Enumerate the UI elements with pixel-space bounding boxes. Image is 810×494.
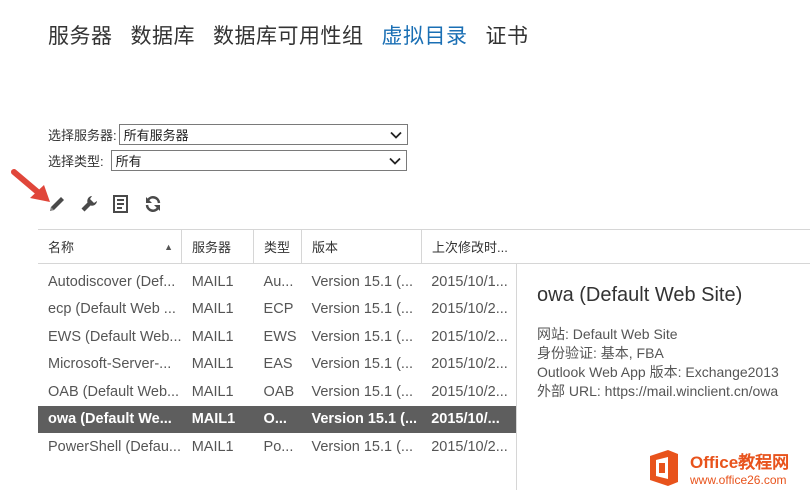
cell-server: MAIL1 bbox=[191, 411, 236, 428]
office-logo-icon bbox=[650, 449, 678, 486]
cell-type: ECP bbox=[263, 301, 294, 318]
table-row[interactable]: ecp (Default Web ... MAIL1 ECP Version 15.1… bbox=[38, 296, 516, 324]
tab-dag[interactable]: 数据库可用性组 bbox=[213, 20, 364, 50]
cell-type: OAB bbox=[263, 383, 295, 400]
cell-modified: 2015/10/2... bbox=[431, 356, 508, 373]
detail-pane: owa (Default Web Site) 网站: Default Web S… bbox=[537, 284, 779, 401]
refresh-button[interactable] bbox=[142, 193, 164, 215]
cell-modified: 2015/10/2... bbox=[431, 328, 508, 345]
cell-version: Version 15.1 (... bbox=[311, 383, 414, 400]
column-header-version[interactable]: 版本 bbox=[302, 230, 422, 263]
server-select-value: 所有服务器 bbox=[123, 128, 189, 143]
tab-databases[interactable]: 数据库 bbox=[131, 20, 196, 50]
cell-server: MAIL1 bbox=[191, 383, 234, 400]
cell-version: Version 15.1 (... bbox=[311, 356, 414, 373]
cell-name: EWS (Default Web... bbox=[48, 328, 182, 345]
cell-name: ecp (Default Web ... bbox=[48, 301, 176, 318]
edit-button[interactable] bbox=[46, 193, 68, 215]
cell-name: OAB (Default Web... bbox=[48, 383, 180, 400]
cell-modified: 2015/10/2... bbox=[431, 383, 508, 400]
detail-owa-version: Outlook Web App 版本: Exchange2013 bbox=[537, 364, 779, 380]
table-row[interactable]: PowerShell (Defau... MAIL1 Po... Version 15… bbox=[38, 433, 516, 461]
cell-version: Version 15.1 (... bbox=[311, 438, 414, 455]
watermark-title: Office教程网 bbox=[690, 453, 790, 472]
cell-version: Version 15.1 (... bbox=[311, 301, 414, 318]
cell-version: Version 15.1 (... bbox=[311, 273, 414, 290]
table-body: Autodiscover (Def... MAIL1 Au... Version 15… bbox=[38, 264, 517, 490]
wrench-icon bbox=[81, 196, 97, 212]
edit-icon bbox=[50, 197, 64, 211]
properties-button[interactable] bbox=[110, 193, 132, 215]
refresh-icon bbox=[145, 196, 161, 212]
cell-server: MAIL1 bbox=[191, 301, 234, 318]
server-filter-label: 选择服务器: bbox=[48, 128, 117, 143]
cell-type: Po... bbox=[263, 438, 294, 455]
server-select[interactable]: 所有服务器 bbox=[118, 124, 408, 145]
table-row[interactable]: Autodiscover (Def... MAIL1 Au... Version 15… bbox=[38, 268, 516, 296]
table-row[interactable]: owa (Default We... MAIL1 O... Version 15.1 … bbox=[38, 405, 516, 433]
cell-name: owa (Default We... bbox=[48, 411, 172, 428]
cell-modified: 2015/10/2... bbox=[431, 301, 508, 318]
column-header-server[interactable]: 服务器 bbox=[182, 230, 254, 263]
toolbar bbox=[46, 193, 164, 215]
settings-button[interactable] bbox=[78, 193, 100, 215]
column-header-name[interactable]: 名称 ▲ bbox=[38, 230, 182, 263]
cell-version: Version 15.1 (... bbox=[311, 328, 414, 345]
cell-type: EAS bbox=[263, 356, 293, 373]
watermark-logo: Office教程网 www.office26.com bbox=[644, 441, 810, 494]
virtual-directories-table: 名称 ▲ 服务器 类型 版本 上次修改时... Autodiscover (De… bbox=[38, 229, 517, 490]
table-header: 名称 ▲ 服务器 类型 版本 上次修改时... bbox=[38, 229, 517, 264]
header-extension bbox=[517, 229, 810, 264]
cell-modified: 2015/10/1... bbox=[431, 273, 508, 290]
table-row[interactable]: Microsoft-Server-... MAIL1 EAS Version 15.1… bbox=[38, 351, 516, 379]
tab-certificates[interactable]: 证书 bbox=[486, 20, 529, 50]
chevron-down-icon bbox=[389, 131, 402, 139]
cell-type: O... bbox=[263, 411, 287, 428]
server-filter-row: 选择服务器: 所有服务器 bbox=[48, 124, 408, 145]
detail-title: owa (Default Web Site) bbox=[537, 284, 743, 306]
type-select-value: 所有 bbox=[115, 154, 142, 169]
tab-virtual-directories[interactable]: 虚拟目录 bbox=[382, 20, 468, 50]
type-select[interactable]: 所有 bbox=[110, 150, 407, 171]
sort-ascending-icon: ▲ bbox=[164, 241, 173, 252]
cell-type: EWS bbox=[263, 328, 297, 345]
type-filter-row: 选择类型: 所有 bbox=[48, 150, 407, 171]
cell-modified: 2015/10/2... bbox=[431, 438, 508, 455]
column-header-modified[interactable]: 上次修改时... bbox=[422, 230, 517, 263]
detail-website: 网站: Default Web Site bbox=[537, 326, 678, 342]
cell-modified: 2015/10/... bbox=[431, 411, 500, 428]
cell-server: MAIL1 bbox=[191, 438, 234, 455]
detail-authentication: 身份验证: 基本, FBA bbox=[537, 345, 664, 361]
cell-type: Au... bbox=[263, 273, 294, 290]
top-tabs: 服务器 数据库 数据库可用性组 虚拟目录 证书 bbox=[48, 20, 529, 50]
cell-server: MAIL1 bbox=[191, 273, 234, 290]
table-row[interactable]: EWS (Default Web... MAIL1 EWS Version 15.1 … bbox=[38, 323, 516, 351]
chevron-down-icon bbox=[388, 157, 401, 165]
cell-server: MAIL1 bbox=[191, 328, 234, 345]
cell-name: Autodiscover (Def... bbox=[48, 273, 176, 290]
cell-version: Version 15.1 (... bbox=[311, 411, 418, 428]
cell-name: Microsoft-Server-... bbox=[48, 356, 172, 373]
cell-name: PowerShell (Defau... bbox=[48, 438, 181, 455]
table-row[interactable]: OAB (Default Web... MAIL1 OAB Version 15.1 … bbox=[38, 378, 516, 406]
cell-server: MAIL1 bbox=[191, 356, 234, 373]
properties-icon bbox=[113, 195, 128, 213]
detail-external-url: 外部 URL: https://mail.winclient.cn/owa bbox=[537, 383, 779, 399]
column-header-type[interactable]: 类型 bbox=[254, 230, 302, 263]
watermark-url: www.office26.com bbox=[690, 473, 787, 487]
tab-servers[interactable]: 服务器 bbox=[48, 20, 113, 50]
